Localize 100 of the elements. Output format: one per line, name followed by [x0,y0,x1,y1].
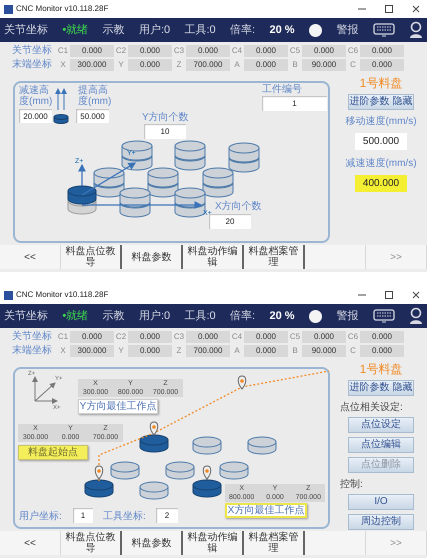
section-heading: 控制: [340,479,363,490]
tray-disc [84,480,114,498]
user-icon[interactable] [408,21,423,39]
coordinate-value: 0.000 [244,344,288,356]
coordinate-value: 0.000 [360,330,404,342]
coordinate-value: 0.000 [70,330,114,342]
coordinate-value: 90.000 [302,344,346,356]
axis-name: C3 [172,330,186,342]
axis-name: A [233,58,241,70]
tray-disc [140,434,168,452]
axis-name: C6 [346,44,360,56]
axis-name: Z [176,58,182,70]
side-button[interactable]: 进阶参数 隐藏 [348,380,414,396]
tab-button[interactable]: << [0,531,61,555]
axis-name: Y [117,344,125,356]
status-text: •就绪 [62,22,88,38]
user-frame-label: 用户:0 [138,22,170,38]
field-label: Y方向个数 [142,112,189,123]
user-icon[interactable] [408,307,423,325]
axis-name: C2 [114,44,128,56]
coordinate-value: 0.000 [244,44,288,56]
keyboard-icon[interactable] [372,22,395,38]
location-pin-icon [238,376,246,390]
location-pin-icon [202,466,212,480]
input-field[interactable]: 50.000 [76,109,109,123]
axis-name: X [59,344,67,356]
side-button[interactable]: 进阶参数 隐藏 [348,94,414,110]
tab-button[interactable]: 料盘档案管理 [244,245,305,269]
close-icon[interactable] [411,4,421,14]
alarm-label[interactable]: 警报 [336,308,358,324]
tab-button[interactable]: << [0,245,61,269]
axis-name: C4 [230,330,244,342]
input-field[interactable]: 500.000 [355,133,407,150]
coordinate-value: 0.000 [360,58,404,70]
tray-disc [140,482,168,500]
mode-label[interactable]: 关节坐标 [4,308,48,324]
rate-value: 20 % [269,22,295,38]
alarm-label[interactable]: 警报 [336,22,358,38]
coordinate-value: 0.000 [360,344,404,356]
tool-frame-label: 工具:0 [184,308,216,324]
coordinate-value: 0.000 [302,330,346,342]
mode-label[interactable]: 关节坐标 [4,22,48,38]
window-title: CNC Monitor v10.118.28F [16,289,108,301]
side-button[interactable]: 周边控制 [348,514,414,530]
coordinate-value: 0.000 [70,44,114,56]
coordinate-value: 0.000 [302,44,346,56]
input-field[interactable]: 1 [73,508,93,523]
coordinate-value: 700.000 [186,58,230,70]
teach-label[interactable]: 示教 [102,308,125,324]
field-label: 提高高度(mm) [78,85,112,107]
tab-button[interactable]: 料盘档案管理 [244,531,305,555]
coordinate-value: 0.000 [186,44,230,56]
coordinate-value: 0.000 [128,58,172,70]
input-field[interactable]: 20.000 [19,109,52,123]
tab-button[interactable]: 料盘参数 [122,531,183,555]
indicator-light-icon [308,24,322,36]
app-icon [4,4,13,14]
tray-disc [166,462,194,480]
input-field[interactable]: 10 [144,124,186,139]
axis-name: X [59,58,67,70]
point-button[interactable]: 料盘起始点 [18,445,88,460]
coordinate-label: 关节坐标 [12,332,53,342]
field-label: 移动速度(mm/s) [345,116,417,127]
side-button[interactable]: 点位编辑 [348,437,414,453]
rate-value: 20 % [269,308,295,324]
side-button[interactable]: 点位设定 [348,417,414,433]
tray-disc [192,436,222,454]
keyboard-icon[interactable] [372,308,395,324]
window-title: CNC Monitor v10.118.28F [16,3,108,15]
point-button[interactable]: X方向最佳工作点 [225,503,307,518]
axis-name: C5 [288,330,302,342]
coordinate-value: 300.000 [70,344,114,356]
tab-button[interactable]: 料盘点位教导 [61,531,122,555]
close-icon[interactable] [411,290,421,300]
axis-name: C6 [346,330,360,342]
lift-arrows-icon [55,88,67,110]
maximize-icon[interactable] [384,4,394,14]
side-button[interactable]: I/O [348,494,414,510]
teach-label[interactable]: 示教 [102,22,125,38]
indicator-light-icon [308,310,322,322]
axis-name: Z [176,344,182,356]
coordinate-value: 90.000 [302,58,346,70]
tab-button[interactable]: 料盘动作编辑 [183,531,244,555]
maximize-icon[interactable] [384,290,394,300]
coordinate-value: 0.000 [244,58,288,70]
tab-button[interactable]: 料盘参数 [122,245,183,269]
coordinate-label: 关节坐标 [12,46,53,56]
location-pin-icon [94,466,104,480]
coordinate-label: 末端坐标 [12,346,53,356]
tab-button[interactable]: 料盘动作编辑 [183,245,244,269]
point-button[interactable]: Y方向最佳工作点 [78,399,158,414]
input-field[interactable]: 1 [262,96,327,111]
tab-button[interactable]: 料盘点位教导 [61,245,122,269]
input-field[interactable]: 2 [156,508,178,523]
location-pin-icon [150,422,158,436]
field-label: X方向个数 [215,201,262,212]
input-field[interactable]: 400.000 [355,175,407,192]
input-field[interactable]: 20 [209,214,251,229]
axis-name: C1 [56,330,70,342]
axis-name: C2 [114,330,128,342]
